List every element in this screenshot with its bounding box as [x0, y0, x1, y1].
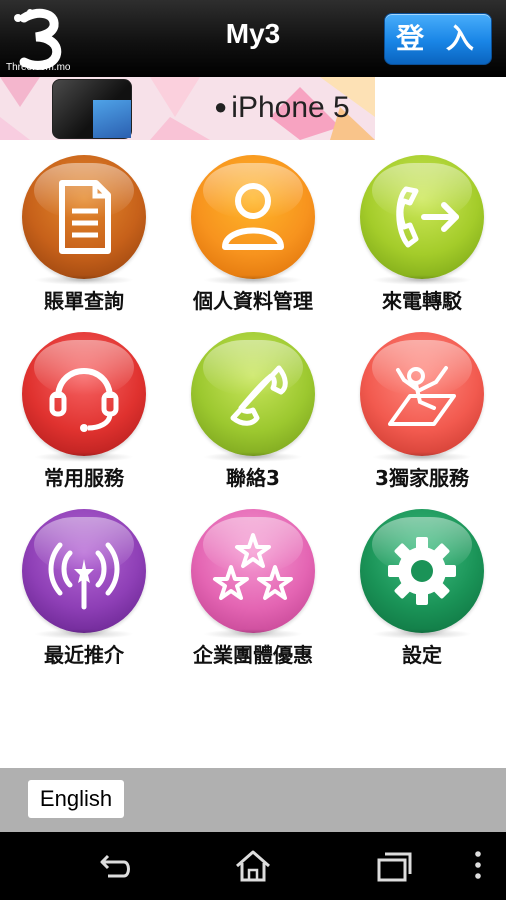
- menu-item-contact-3[interactable]: 聯絡3: [169, 332, 337, 507]
- promo-banner[interactable]: ● iPhone 5: [0, 77, 375, 140]
- relax-icon: [388, 366, 456, 426]
- menu-label: 企業團體優惠: [193, 643, 313, 667]
- broadcast-icon: [48, 542, 120, 610]
- gear-icon: [388, 537, 456, 605]
- bill-icon: [59, 180, 111, 254]
- menu-item-exclusive-services[interactable]: 3獨家服務: [338, 332, 506, 507]
- system-nav-bar: [0, 832, 506, 900]
- menu-label: 賬單查詢: [44, 289, 124, 313]
- menu-label: 來電轉駁: [382, 289, 462, 313]
- recent-apps-icon[interactable]: [374, 848, 414, 884]
- menu-item-corporate-offers[interactable]: 企業團體優惠: [169, 509, 337, 684]
- headset-icon: [49, 368, 119, 432]
- menu-label: 3獨家服務: [375, 466, 469, 490]
- app-header: Three.com.mo My3 登 入: [0, 0, 506, 77]
- menu-label: 個人資料管理: [193, 289, 313, 313]
- menu-label: 聯絡3: [226, 466, 280, 490]
- back-icon[interactable]: [94, 848, 134, 884]
- call-forward-icon: [396, 186, 459, 248]
- menu-label: 最近推介: [44, 643, 124, 667]
- menu-label: 常用服務: [44, 466, 124, 490]
- menu-item-recommendations[interactable]: 最近推介: [0, 509, 168, 684]
- login-button[interactable]: 登 入: [384, 13, 492, 65]
- menu-item-settings[interactable]: 設定: [338, 509, 506, 684]
- banner-text: ● iPhone 5: [214, 91, 350, 124]
- overflow-menu-icon[interactable]: [458, 848, 498, 884]
- person-icon: [222, 183, 284, 250]
- menu-label: 設定: [402, 643, 442, 667]
- menu-item-call-forward[interactable]: 來電轉駁: [338, 155, 506, 330]
- menu-item-common-services[interactable]: 常用服務: [0, 332, 168, 507]
- iphone-image: [52, 79, 132, 139]
- menu-item-profile[interactable]: 個人資料管理: [169, 155, 337, 330]
- phone-icon: [230, 365, 288, 426]
- language-bar: English: [0, 768, 506, 832]
- english-button[interactable]: English: [28, 780, 124, 818]
- home-icon[interactable]: [233, 848, 273, 884]
- logo-text: Three.com.mo: [6, 62, 71, 73]
- menu-item-bill-inquiry[interactable]: 賬單查詢: [0, 155, 168, 330]
- apple-logo-icon: ●: [214, 94, 228, 119]
- stars-icon: [213, 533, 293, 600]
